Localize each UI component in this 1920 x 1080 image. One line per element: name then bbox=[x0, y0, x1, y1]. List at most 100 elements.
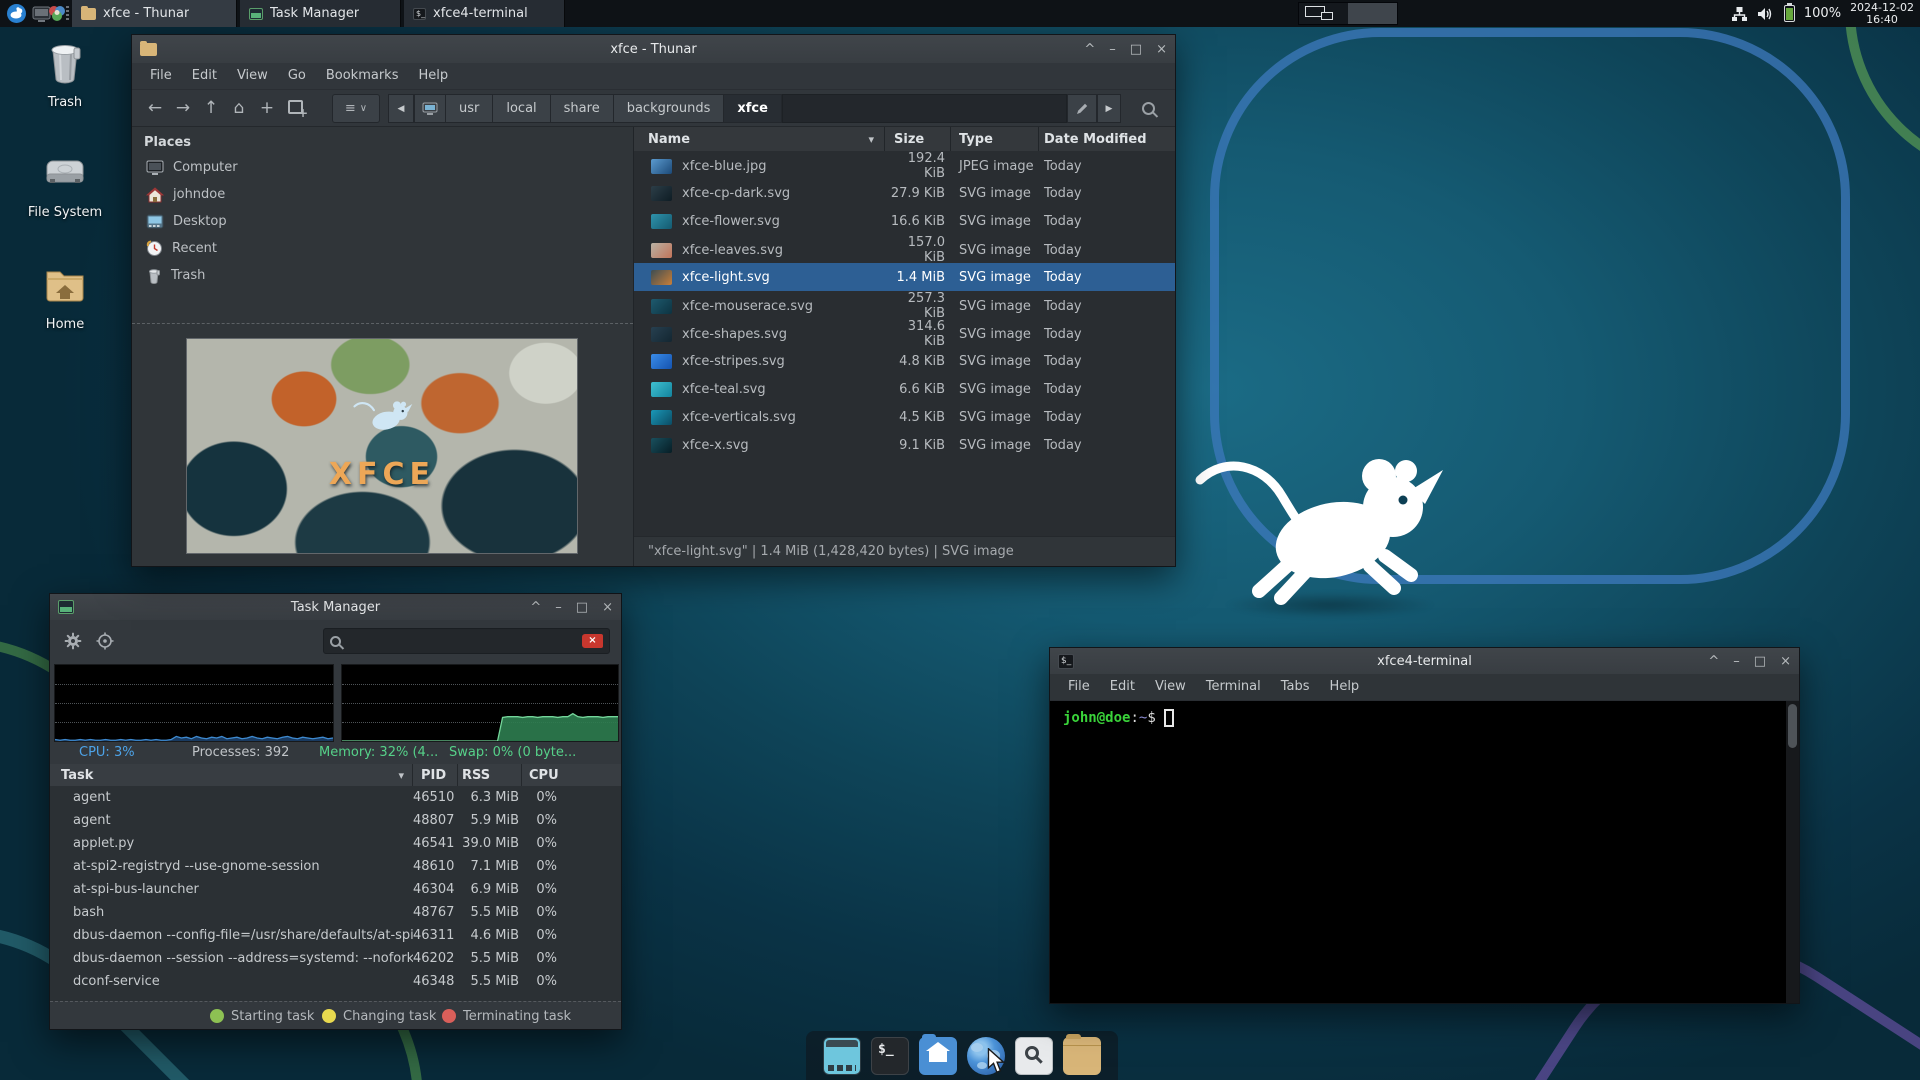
menu-item-bookmarks[interactable]: Bookmarks bbox=[316, 63, 409, 89]
menu-item-view[interactable]: View bbox=[227, 63, 278, 89]
close-icon[interactable]: × bbox=[1780, 654, 1791, 669]
file-row-xfce-mouserace-svg[interactable]: xfce-mouserace.svg 257.3 KiB SVG image Toda… bbox=[634, 291, 1175, 321]
settings-launcher-icon[interactable] bbox=[46, 3, 67, 24]
file-row-xfce-light-svg[interactable]: xfce-light.svg 1.4 MiB SVG image Today bbox=[634, 263, 1175, 291]
process-search-field[interactable]: × bbox=[323, 628, 610, 654]
breadcrumb-share[interactable]: share bbox=[550, 94, 614, 123]
file-row-xfce-leaves-svg[interactable]: xfce-leaves.svg 157.0 KiB SVG image Today bbox=[634, 235, 1175, 265]
taskbar-button-thunar[interactable]: xfce - Thunar bbox=[72, 0, 237, 27]
applications-menu-icon[interactable] bbox=[6, 3, 27, 24]
dock-file-manager-icon[interactable] bbox=[1063, 1033, 1101, 1075]
place-recent[interactable]: Recent bbox=[132, 235, 633, 262]
file-row-xfce-verticals-svg[interactable]: xfce-verticals.svg 4.5 KiB SVG image Today bbox=[634, 403, 1175, 431]
maximize-icon[interactable]: □ bbox=[1130, 42, 1142, 57]
column-header-task[interactable]: Task ▾ bbox=[50, 764, 413, 786]
up-icon[interactable]: ↑ bbox=[200, 98, 222, 118]
panel-clock[interactable]: 2024-12-02 16:40 bbox=[1850, 1, 1914, 26]
desktop-icon-home[interactable]: Home bbox=[13, 260, 117, 332]
path-scroll-left-icon[interactable]: ◀ bbox=[388, 94, 414, 123]
rollup-icon[interactable]: ^ bbox=[1084, 42, 1095, 57]
home-icon[interactable]: ⌂ bbox=[228, 98, 250, 118]
process-row-at-spi2-registryd-use-gnome-se[interactable]: at-spi2-registryd --use-gnome-session 486… bbox=[50, 855, 621, 878]
battery-icon[interactable] bbox=[1783, 3, 1795, 22]
process-row-dbus-daemon-session-address-sy[interactable]: dbus-daemon --session --address=systemd:… bbox=[50, 947, 621, 970]
path-scroll-right-icon[interactable]: ▶ bbox=[1097, 94, 1121, 123]
clear-search-icon[interactable]: × bbox=[582, 634, 603, 648]
process-row-bash[interactable]: bash 48767 5.5 MiB 0% bbox=[50, 901, 621, 924]
file-row-xfce-blue-jpg[interactable]: xfce-blue.jpg 192.4 KiB JPEG image Today bbox=[634, 151, 1175, 181]
network-icon[interactable] bbox=[1731, 6, 1748, 22]
forward-icon[interactable]: → bbox=[172, 98, 194, 118]
thunar-titlebar[interactable]: xfce - Thunar ^ – □ × bbox=[132, 35, 1175, 63]
workspace-2[interactable] bbox=[1348, 3, 1397, 24]
menu-item-view[interactable]: View bbox=[1145, 674, 1196, 700]
breadcrumb-backgrounds[interactable]: backgrounds bbox=[613, 94, 725, 123]
column-header-pid[interactable]: PID bbox=[413, 764, 458, 786]
file-row-xfce-teal-svg[interactable]: xfce-teal.svg 6.6 KiB SVG image Today bbox=[634, 375, 1175, 403]
column-header-rss[interactable]: RSS bbox=[458, 764, 522, 786]
terminal-screen[interactable]: john@doe : ~ $ bbox=[1050, 701, 1799, 1003]
desktop-icon-trash[interactable]: Trash bbox=[13, 38, 117, 110]
dock-terminal-icon[interactable]: $_ bbox=[871, 1036, 909, 1075]
edit-path-button[interactable] bbox=[1067, 94, 1097, 123]
volume-icon[interactable] bbox=[1757, 6, 1775, 22]
terminal-titlebar[interactable]: $_ xfce4-terminal ^ – □ × bbox=[1050, 648, 1799, 674]
rollup-icon[interactable]: ^ bbox=[530, 600, 541, 615]
taskbar-button-terminal[interactable]: $_ xfce4-terminal bbox=[404, 0, 565, 27]
back-icon[interactable]: ← bbox=[144, 98, 166, 118]
process-row-applet-py[interactable]: applet.py 46541 39.0 MiB 0% bbox=[50, 832, 621, 855]
taskbar-button-taskmanager[interactable]: Task Manager bbox=[240, 0, 401, 27]
file-row-xfce-stripes-svg[interactable]: xfce-stripes.svg 4.8 KiB SVG image Today bbox=[634, 347, 1175, 375]
process-row-at-spi-bus-launcher[interactable]: at-spi-bus-launcher 46304 6.9 MiB 0% bbox=[50, 878, 621, 901]
process-row-agent[interactable]: agent 48807 5.9 MiB 0% bbox=[50, 809, 621, 832]
menu-item-terminal[interactable]: Terminal bbox=[1196, 674, 1271, 700]
breadcrumb-usr[interactable]: usr bbox=[446, 94, 494, 123]
menu-item-tabs[interactable]: Tabs bbox=[1271, 674, 1320, 700]
process-row-dconf-service[interactable]: dconf-service 46348 5.5 MiB 0% bbox=[50, 970, 621, 993]
menu-item-file[interactable]: File bbox=[140, 63, 182, 89]
new-window-icon[interactable] bbox=[288, 100, 308, 120]
place-computer[interactable]: Computer bbox=[132, 154, 633, 181]
breadcrumb-local[interactable]: local bbox=[493, 94, 551, 123]
workspace-1[interactable] bbox=[1299, 3, 1348, 24]
scrollbar-thumb[interactable] bbox=[1788, 704, 1797, 748]
breadcrumb-xfce[interactable]: xfce bbox=[724, 94, 782, 123]
dock-show-desktop-icon[interactable] bbox=[823, 1036, 861, 1075]
minimize-icon[interactable]: – bbox=[1733, 654, 1740, 669]
terminal-scrollbar[interactable] bbox=[1786, 701, 1799, 1003]
column-header-date[interactable]: Date Modified bbox=[1039, 127, 1175, 151]
file-row-xfce-cp-dark-svg[interactable]: xfce-cp-dark.svg 27.9 KiB SVG image Today bbox=[634, 179, 1175, 207]
menu-item-go[interactable]: Go bbox=[278, 63, 316, 89]
gear-icon[interactable] bbox=[63, 631, 83, 651]
maximize-icon[interactable]: □ bbox=[1754, 654, 1766, 669]
dock-home-icon[interactable] bbox=[919, 1033, 957, 1075]
rollup-icon[interactable]: ^ bbox=[1708, 654, 1719, 669]
menu-item-edit[interactable]: Edit bbox=[182, 63, 227, 89]
workspace-switcher[interactable] bbox=[1298, 2, 1398, 25]
path-root-button[interactable] bbox=[414, 94, 446, 123]
menu-item-file[interactable]: File bbox=[1058, 674, 1100, 700]
menu-item-help[interactable]: Help bbox=[408, 63, 458, 89]
view-toggle-button[interactable]: ≡ ∨ bbox=[332, 94, 380, 123]
process-row-agent[interactable]: agent 46510 6.3 MiB 0% bbox=[50, 786, 621, 809]
dock-search-icon[interactable] bbox=[1015, 1036, 1053, 1075]
place-trash[interactable]: Trash bbox=[132, 262, 633, 289]
file-row-xfce-flower-svg[interactable]: xfce-flower.svg 16.6 KiB SVG image Today bbox=[634, 207, 1175, 235]
maximize-icon[interactable]: □ bbox=[576, 600, 588, 615]
column-header-type[interactable]: Type bbox=[951, 127, 1039, 151]
column-header-size[interactable]: Size bbox=[885, 127, 951, 151]
column-header-cpu[interactable]: CPU bbox=[522, 764, 621, 786]
search-input[interactable] bbox=[347, 633, 576, 649]
place-home[interactable]: johndoe bbox=[132, 181, 633, 208]
search-button[interactable] bbox=[1131, 94, 1165, 123]
column-header-name[interactable]: Name ▾ bbox=[634, 127, 885, 151]
close-icon[interactable]: × bbox=[602, 600, 613, 615]
path-bar-filler[interactable] bbox=[781, 94, 1067, 123]
place-desktop[interactable]: Desktop bbox=[132, 208, 633, 235]
close-icon[interactable]: × bbox=[1156, 42, 1167, 57]
new-tab-icon[interactable]: + bbox=[256, 98, 278, 118]
menu-item-help[interactable]: Help bbox=[1320, 674, 1370, 700]
minimize-icon[interactable]: – bbox=[555, 600, 562, 615]
target-icon[interactable] bbox=[96, 632, 114, 650]
file-row-xfce-shapes-svg[interactable]: xfce-shapes.svg 314.6 KiB SVG image Today bbox=[634, 319, 1175, 349]
